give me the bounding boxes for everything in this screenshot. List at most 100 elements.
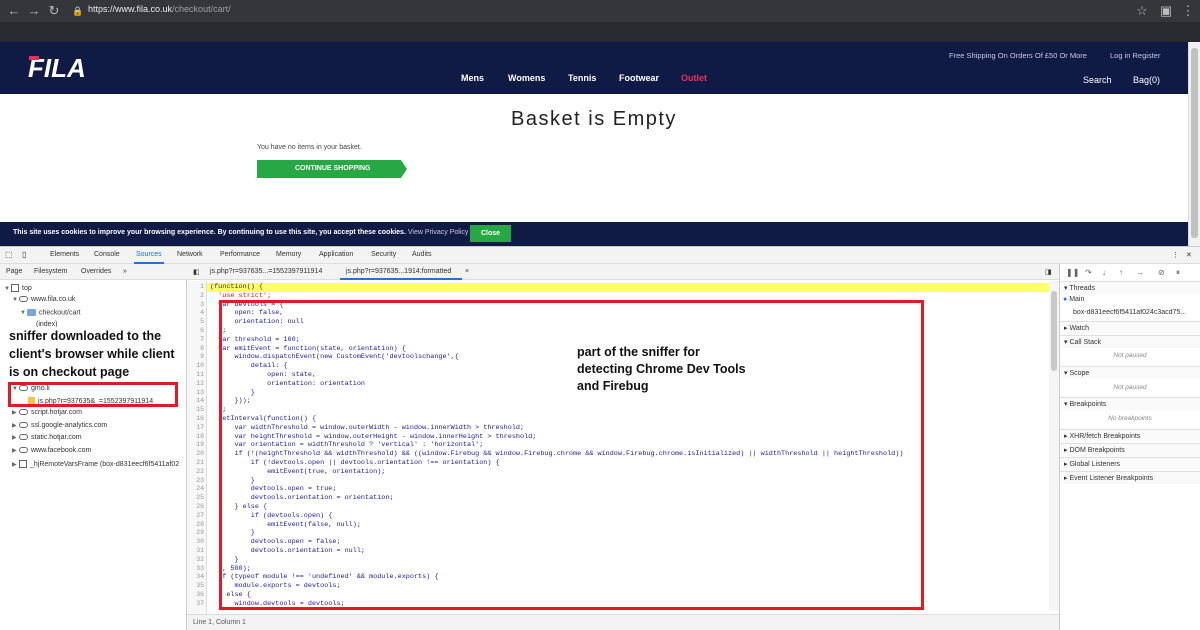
reload-icon[interactable]: ↻: [46, 3, 62, 19]
back-icon[interactable]: ←: [6, 3, 22, 19]
fila-logo[interactable]: FILA: [28, 54, 110, 82]
line-number[interactable]: 23: [187, 477, 204, 484]
line-number[interactable]: 6: [187, 327, 204, 334]
toggle-navigator-icon[interactable]: ◧: [193, 268, 200, 276]
editor-tab-close-icon[interactable]: ×: [465, 268, 469, 275]
line-number[interactable]: 22: [187, 468, 204, 475]
continue-shopping-button[interactable]: CONTINUE SHOPPING: [257, 160, 407, 178]
line-number[interactable]: 37: [187, 600, 204, 607]
tab-network[interactable]: Network: [177, 251, 203, 258]
line-number[interactable]: 13: [187, 389, 204, 396]
subtab-overrides[interactable]: Overrides: [81, 268, 111, 275]
toggle-debugger-icon[interactable]: ◨: [1045, 268, 1052, 276]
tree-item[interactable]: ▼ top: [4, 284, 32, 292]
tree-item[interactable]: ▼ www.fila.co.uk: [12, 296, 75, 303]
bag-link[interactable]: Bag(0): [1133, 75, 1160, 85]
tab-memory[interactable]: Memory: [276, 251, 301, 258]
section-dom-breakpoints[interactable]: ▸ DOM Breakpoints: [1060, 443, 1200, 456]
section-watch[interactable]: ▸ Watch: [1060, 321, 1200, 334]
login-register-link[interactable]: Log in Register: [1110, 51, 1160, 60]
forward-icon[interactable]: →: [26, 3, 42, 19]
step-out-icon[interactable]: ↑: [1119, 268, 1123, 277]
section-threads[interactable]: ▾ Threads: [1060, 281, 1200, 294]
pause-on-exceptions-icon[interactable]: ⏸: [1176, 268, 1180, 278]
tab-audits[interactable]: Audits: [412, 251, 431, 258]
line-number[interactable]: 8: [187, 345, 204, 352]
line-number[interactable]: 17: [187, 424, 204, 431]
line-number[interactable]: 29: [187, 529, 204, 536]
line-number[interactable]: 19: [187, 441, 204, 448]
thread-frame[interactable]: box-d831eecf6f5411af024c3acd75...: [1073, 309, 1198, 316]
url-field[interactable]: https://www.fila.co.uk/checkout/cart/: [88, 4, 231, 14]
pause-icon[interactable]: ❚❚: [1066, 268, 1079, 277]
tree-item[interactable]: ▶ script.hotjar.com: [12, 409, 82, 416]
line-number[interactable]: 20: [187, 450, 204, 457]
line-number[interactable]: 27: [187, 512, 204, 519]
more-subtabs-icon[interactable]: »: [123, 268, 127, 275]
editor-tab-formatted[interactable]: js.php?r=937635...1914:formatted: [346, 268, 451, 275]
tab-console[interactable]: Console: [94, 251, 120, 258]
line-number[interactable]: 1: [187, 283, 204, 290]
line-number[interactable]: 15: [187, 406, 204, 413]
subtab-filesystem[interactable]: Filesystem: [34, 268, 67, 275]
page-scrollbar[interactable]: [1188, 42, 1200, 246]
line-number[interactable]: 32: [187, 556, 204, 563]
line-number[interactable]: 24: [187, 485, 204, 492]
line-number[interactable]: 9: [187, 353, 204, 360]
deactivate-breakpoints-icon[interactable]: ⊘: [1158, 268, 1165, 277]
tab-performance[interactable]: Performance: [220, 251, 260, 258]
editor-tab-raw[interactable]: js.php?r=937635...=1552397911914: [210, 268, 322, 275]
nav-mens[interactable]: Mens: [461, 73, 484, 83]
cookie-close-button[interactable]: Close: [470, 225, 511, 242]
line-number[interactable]: 33: [187, 565, 204, 572]
line-number[interactable]: 21: [187, 459, 204, 466]
privacy-policy-link[interactable]: View Privacy Policy: [408, 229, 469, 236]
line-number[interactable]: 35: [187, 582, 204, 589]
device-toggle-icon[interactable]: ▯: [22, 250, 26, 259]
tree-item[interactable]: ▶ static.hotjar.com: [12, 434, 82, 441]
free-shipping-link[interactable]: Free Shipping On Orders Of £50 Or More: [949, 51, 1087, 60]
search-link[interactable]: Search: [1083, 75, 1112, 85]
section-call-stack[interactable]: ▾ Call Stack: [1060, 335, 1200, 348]
tab-security[interactable]: Security: [371, 251, 396, 258]
inspect-icon[interactable]: ⬚: [5, 250, 13, 259]
line-number[interactable]: 11: [187, 371, 204, 378]
section-xhr-breakpoints[interactable]: ▸ XHR/fetch Breakpoints: [1060, 429, 1200, 442]
line-number[interactable]: 5: [187, 318, 204, 325]
editor-scrollbar[interactable]: [1049, 281, 1059, 611]
tree-item[interactable]: ▼ checkout/cart: [20, 309, 81, 316]
nav-outlet[interactable]: Outlet: [681, 73, 707, 83]
line-number[interactable]: 26: [187, 503, 204, 510]
line-number[interactable]: 3: [187, 301, 204, 308]
line-number[interactable]: 2: [187, 292, 204, 299]
line-number[interactable]: 7: [187, 336, 204, 343]
line-number[interactable]: 18: [187, 433, 204, 440]
line-number[interactable]: 10: [187, 362, 204, 369]
tab-elements[interactable]: Elements: [50, 251, 79, 258]
line-number[interactable]: 28: [187, 521, 204, 528]
line-number[interactable]: 12: [187, 380, 204, 387]
menu-icon[interactable]: ⋮: [1180, 3, 1196, 19]
line-number[interactable]: 34: [187, 573, 204, 580]
section-event-listener-breakpoints[interactable]: ▸ Event Listener Breakpoints: [1060, 471, 1200, 484]
line-number[interactable]: 25: [187, 494, 204, 501]
tree-item[interactable]: ▶ _hjRemoteVarsFrame (box-d831eecf6f5411a…: [12, 460, 187, 468]
line-number[interactable]: 14: [187, 397, 204, 404]
line-number[interactable]: 4: [187, 309, 204, 316]
tree-item[interactable]: ▶ www.facebook.com: [12, 447, 91, 454]
nav-tennis[interactable]: Tennis: [568, 73, 596, 83]
devtools-close-icon[interactable]: ✕: [1186, 251, 1192, 259]
devtools-menu-icon[interactable]: ⋮: [1172, 251, 1179, 259]
line-number[interactable]: 16: [187, 415, 204, 422]
nav-footwear[interactable]: Footwear: [619, 73, 659, 83]
section-breakpoints[interactable]: ▾ Breakpoints: [1060, 397, 1200, 410]
step-into-icon[interactable]: ↓: [1102, 268, 1106, 277]
step-over-icon[interactable]: ↷: [1085, 268, 1092, 277]
line-number[interactable]: 31: [187, 547, 204, 554]
line-number[interactable]: 30: [187, 538, 204, 545]
extension-icon[interactable]: ▣: [1158, 3, 1174, 19]
subtab-page[interactable]: Page: [6, 268, 22, 275]
tab-sources[interactable]: Sources: [136, 251, 162, 258]
step-icon[interactable]: →: [1136, 268, 1144, 277]
tree-item[interactable]: ▶ ssl.google-analytics.com: [12, 422, 107, 429]
